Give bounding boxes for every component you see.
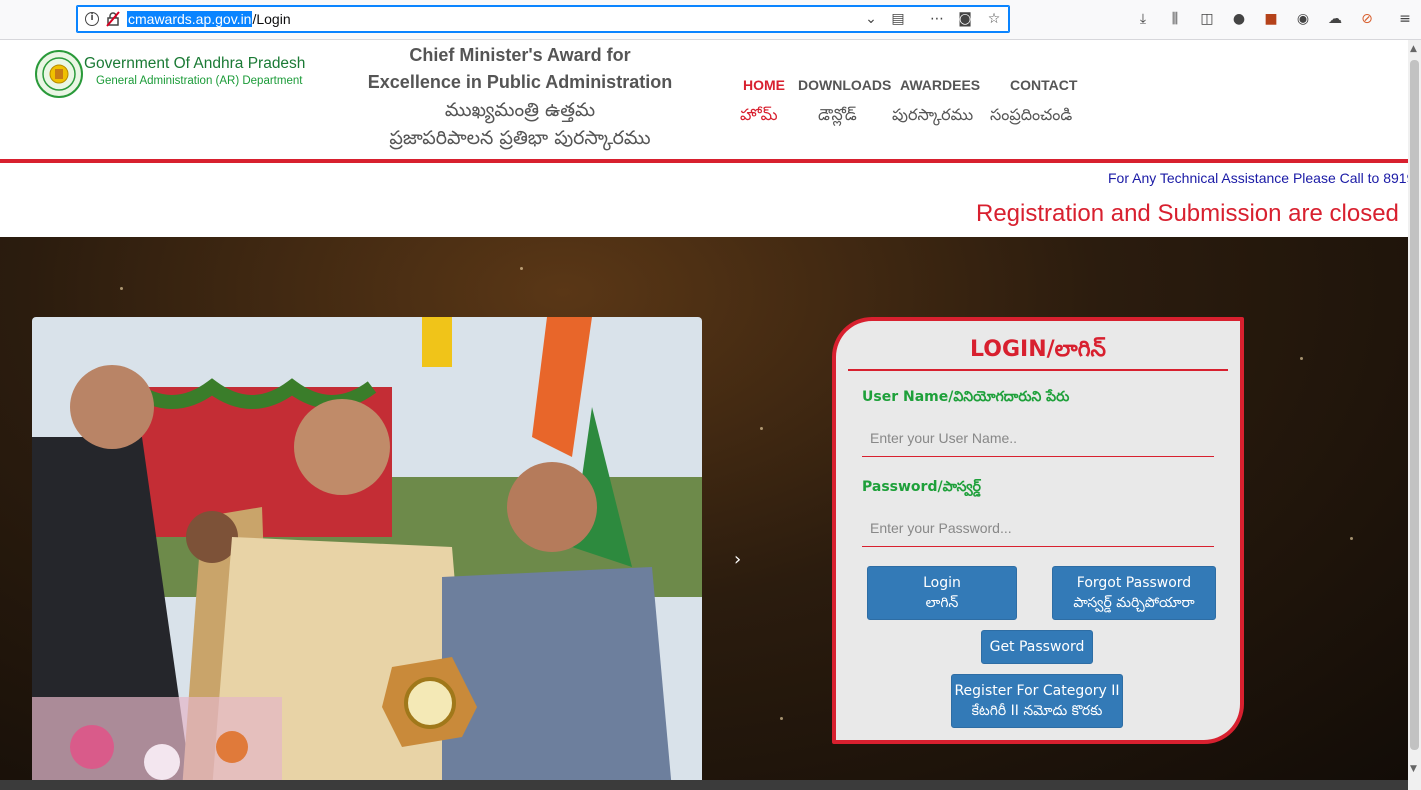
register-category-2-button[interactable]: Register For Category II కేటగిరీ II నమోద… <box>951 674 1123 728</box>
pocket-icon[interactable]: ◙ <box>957 11 973 27</box>
login-title-divider <box>848 369 1228 371</box>
library-icon[interactable]: ⫼ <box>1166 10 1184 28</box>
browser-toolbar: i cmawards.ap.gov.in/Login ⌄ ▤ ⋯ ◙ ☆ ⤓ ⫼… <box>0 0 1421 40</box>
url-text[interactable]: cmawards.ap.gov.in/Login <box>127 11 291 27</box>
register-telugu: కేటగిరీ II నమోదు కొరకు <box>971 703 1103 719</box>
scroll-down-icon[interactable]: ▼ <box>1410 764 1417 774</box>
nav-awardees[interactable]: AWARDEES <box>900 77 980 93</box>
info-icon[interactable]: i <box>85 12 99 26</box>
cloud-icon[interactable]: ☁ <box>1326 10 1344 28</box>
sparkle <box>1350 537 1353 540</box>
username-input[interactable] <box>862 419 1214 457</box>
extension-icon[interactable]: ■ <box>1262 10 1280 28</box>
page-actions-icon[interactable]: ⋯ <box>929 11 945 27</box>
closed-marquee: Registration and Submission are closed <box>976 200 1399 227</box>
login-panel: LOGIN/లాగిన్ User Name/వినియోగదారుని పేర… <box>832 317 1244 744</box>
gov-subtitle: General Administration (AR) Department <box>96 75 303 87</box>
hero-section: › LOGIN/లాగిన్ User Name/వినియోగదారుని ప… <box>0 237 1408 790</box>
reader-view-icon[interactable]: ▤ <box>890 11 906 27</box>
award-title: Chief Minister's Award for Excellence in… <box>340 42 700 152</box>
login-button[interactable]: Login లాగిన్ <box>867 566 1017 620</box>
address-bar[interactable]: i cmawards.ap.gov.in/Login ⌄ ▤ ⋯ ◙ ☆ <box>76 5 1010 33</box>
header-divider <box>0 159 1408 163</box>
footer-strip <box>0 780 1408 790</box>
sparkle <box>780 717 783 720</box>
password-label: Password/పాస్వర్డ్ <box>862 479 981 495</box>
forgot-password-label: Forgot Password <box>1076 575 1192 591</box>
downloads-icon[interactable]: ⤓ <box>1134 10 1152 28</box>
sparkle <box>1300 357 1303 360</box>
account-icon[interactable]: ◉ <box>1294 10 1312 28</box>
forgot-password-button[interactable]: Forgot Password పాస్వర్డ్ మర్చిపోయారా <box>1052 566 1216 620</box>
forgot-password-telugu: పాస్వర్డ్ మర్చిపోయారా <box>1073 595 1195 611</box>
url-path: /Login <box>252 11 291 27</box>
chevron-down-icon[interactable]: ⌄ <box>863 11 879 27</box>
url-host: cmawards.ap.gov.in <box>127 11 253 27</box>
scroll-up-icon[interactable]: ▲ <box>1410 44 1417 54</box>
username-label: User Name/వినియోగదారుని పేరు <box>862 389 1070 405</box>
menu-icon[interactable]: ≡ <box>1396 10 1414 28</box>
carousel-next-icon[interactable]: › <box>734 549 741 570</box>
page-scrollbar[interactable]: ▲ ▼ <box>1408 40 1421 790</box>
award-telugu-1: ముఖ్యమంత్రి ఉత్తమ <box>444 99 596 121</box>
bookmark-star-icon[interactable]: ☆ <box>986 11 1002 27</box>
nav-home-telugu[interactable]: హోమ్ <box>740 105 778 128</box>
nav-home[interactable]: HOME <box>743 77 785 93</box>
insecure-lock-icon[interactable] <box>105 11 121 27</box>
login-button-telugu: లాగిన్ <box>925 595 959 611</box>
scrollbar-thumb[interactable] <box>1410 60 1419 750</box>
award-line-1: Chief Minister's Award for <box>409 45 631 65</box>
sidebar-icon[interactable]: ◫ <box>1198 10 1216 28</box>
password-input[interactable] <box>862 509 1214 547</box>
blocker-extension-icon[interactable]: ⊘ <box>1358 10 1376 28</box>
nav-contact-telugu[interactable]: సంప్రదించండి <box>990 105 1072 128</box>
login-button-label: Login <box>923 575 961 591</box>
sparkle <box>520 267 523 270</box>
sparkle <box>760 427 763 430</box>
get-password-button[interactable]: Get Password <box>981 630 1093 664</box>
award-telugu-2: ప్రజాపరిపాలన ప్రతిభా పురస్కారము <box>389 127 651 149</box>
nav-downloads-telugu[interactable]: డౌన్లోడ్ <box>818 105 857 128</box>
sparkle <box>120 287 123 290</box>
register-label: Register For Category II <box>954 683 1120 699</box>
award-line-2: Excellence in Public Administration <box>367 72 673 92</box>
ap-emblem-logo[interactable] <box>34 49 84 99</box>
nav-awardees-telugu[interactable]: పురస్కారము <box>892 105 973 128</box>
assistance-marquee: For Any Technical Assistance Please Call… <box>1108 170 1408 186</box>
cookie-extension-icon[interactable]: ● <box>1230 10 1248 28</box>
nav-downloads[interactable]: DOWNLOADS <box>798 77 891 93</box>
nav-contact[interactable]: CONTACT <box>1010 77 1077 93</box>
gov-title: Government Of Andhra Pradesh <box>84 55 306 72</box>
carousel-photo <box>32 317 702 790</box>
login-title: LOGIN/లాగిన్ <box>970 337 1106 362</box>
